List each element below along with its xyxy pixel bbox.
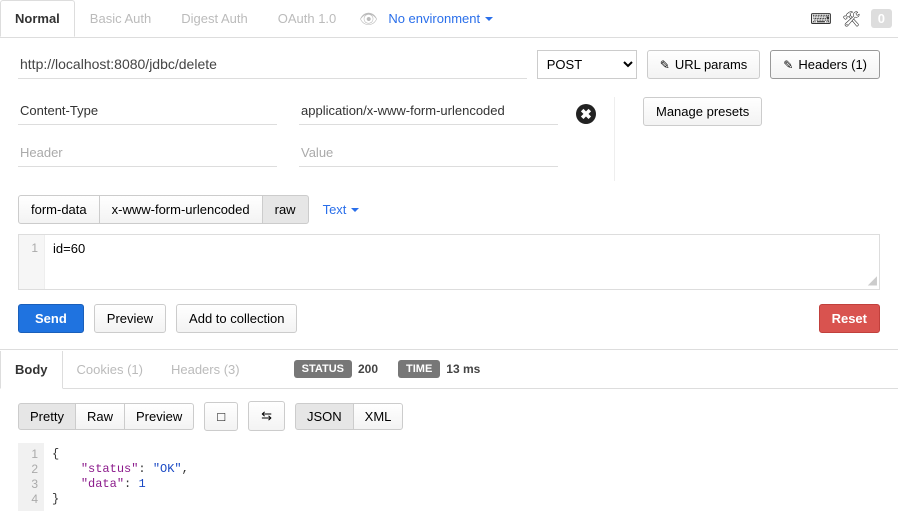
body-type-form-data[interactable]: form-data bbox=[18, 195, 100, 224]
response-view-preview[interactable]: Preview bbox=[124, 403, 194, 430]
keyboard-icon[interactable]: ⌨ bbox=[810, 10, 832, 28]
url-input[interactable] bbox=[18, 50, 527, 79]
header-value-1[interactable] bbox=[299, 97, 558, 125]
remove-header-icon[interactable]: ✖ bbox=[576, 104, 596, 124]
tab-normal[interactable]: Normal bbox=[0, 0, 75, 37]
wrap-icon-button[interactable]: ⇆ bbox=[248, 401, 285, 431]
raw-type-dropdown[interactable]: Text bbox=[323, 202, 360, 217]
status-code: 200 bbox=[358, 362, 378, 376]
http-method-select[interactable]: POST bbox=[537, 50, 637, 79]
copy-icon-button[interactable]: □ bbox=[204, 402, 238, 431]
response-view-pretty[interactable]: Pretty bbox=[18, 403, 76, 430]
body-type-urlencoded[interactable]: x-www-form-urlencoded bbox=[99, 195, 263, 224]
edit-icon: ✎ bbox=[660, 58, 670, 72]
url-params-button[interactable]: ✎URL params bbox=[647, 50, 761, 79]
body-type-raw[interactable]: raw bbox=[262, 195, 309, 224]
caret-down-icon bbox=[351, 208, 359, 212]
tab-oauth[interactable]: OAuth 1.0 bbox=[263, 0, 352, 37]
time-value: 13 ms bbox=[446, 362, 480, 376]
response-body: { "status": "OK", "data": 1 } bbox=[44, 443, 197, 511]
header-key-new[interactable] bbox=[18, 139, 277, 167]
add-to-collection-button[interactable]: Add to collection bbox=[176, 304, 297, 333]
request-body-textarea[interactable] bbox=[45, 235, 879, 289]
environment-label: No environment bbox=[388, 11, 480, 26]
header-key-1[interactable] bbox=[18, 97, 277, 125]
status-pill: STATUS bbox=[294, 360, 352, 378]
time-pill: TIME bbox=[398, 360, 440, 378]
response-tab-headers[interactable]: Headers (3) bbox=[157, 351, 254, 388]
response-format-xml[interactable]: XML bbox=[353, 403, 404, 430]
edit-icon: ✎ bbox=[783, 58, 793, 72]
fullscreen-icon: □ bbox=[217, 409, 225, 424]
environment-dropdown[interactable]: No environment bbox=[388, 11, 493, 26]
response-tab-cookies[interactable]: Cookies (1) bbox=[63, 351, 157, 388]
manage-presets-button[interactable]: Manage presets bbox=[643, 97, 762, 126]
header-value-new[interactable] bbox=[299, 139, 558, 167]
response-format-json[interactable]: JSON bbox=[295, 403, 354, 430]
response-view-raw[interactable]: Raw bbox=[75, 403, 125, 430]
tools-icon[interactable]: 🛠 bbox=[842, 10, 861, 28]
request-body-editor[interactable]: 1 ◢ bbox=[18, 234, 880, 290]
editor-gutter: 1 bbox=[19, 235, 45, 289]
tab-digest-auth[interactable]: Digest Auth bbox=[166, 0, 263, 37]
preview-button[interactable]: Preview bbox=[94, 304, 166, 333]
tab-basic-auth[interactable]: Basic Auth bbox=[75, 0, 166, 37]
reset-button[interactable]: Reset bbox=[819, 304, 880, 333]
notifications-badge[interactable]: 0 bbox=[871, 9, 892, 28]
response-tab-body[interactable]: Body bbox=[0, 351, 63, 389]
headers-button[interactable]: ✎Headers (1) bbox=[770, 50, 880, 79]
preview-eye-icon[interactable]: 👁 bbox=[359, 10, 378, 28]
send-button[interactable]: Send bbox=[18, 304, 84, 333]
caret-down-icon bbox=[485, 17, 493, 21]
wrap-icon: ⇆ bbox=[261, 408, 272, 424]
response-gutter: 1234 bbox=[18, 443, 44, 511]
